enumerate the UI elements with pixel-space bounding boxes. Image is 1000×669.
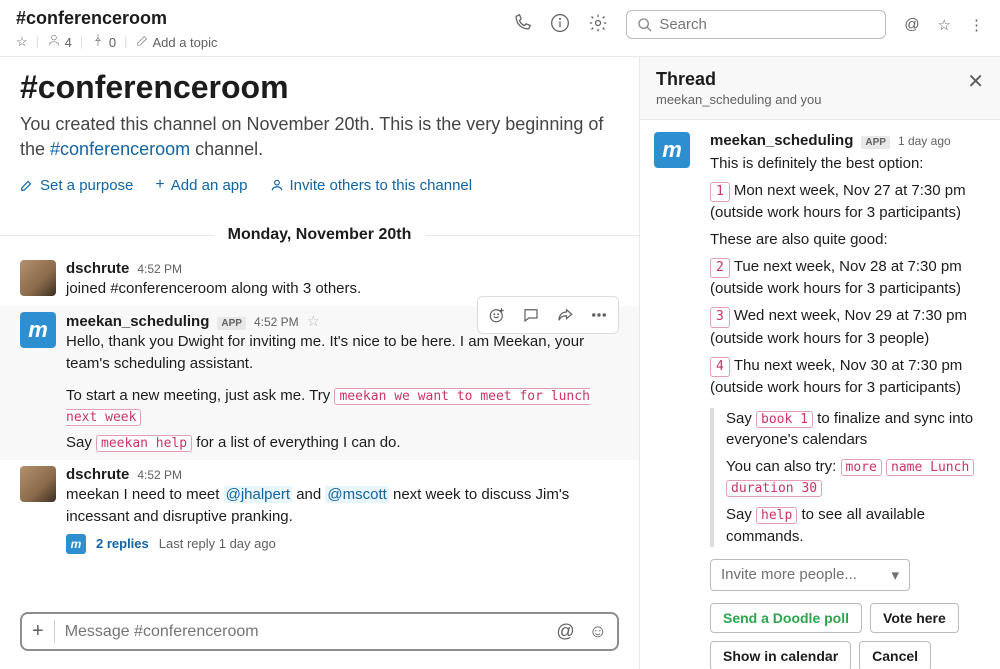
more-actions-icon[interactable] [584, 301, 614, 329]
sender-name[interactable]: meekan_scheduling [710, 132, 853, 149]
quote-block: Say book 1 to finalize and sync into eve… [710, 408, 986, 547]
pin-count[interactable]: 0 [91, 33, 116, 50]
avatar[interactable]: m [654, 132, 690, 168]
send-doodle-button[interactable]: Send a Doodle poll [710, 603, 862, 633]
message-composer[interactable]: + @ ☺ [20, 612, 619, 651]
search-input[interactable] [626, 10, 886, 39]
info-icon[interactable] [550, 13, 570, 37]
show-calendar-button[interactable]: Show in calendar [710, 641, 851, 669]
thread-subtitle: meekan_scheduling and you [656, 92, 967, 107]
member-count[interactable]: 4 [47, 33, 72, 50]
timestamp: 1 day ago [898, 134, 951, 148]
share-icon[interactable] [550, 301, 580, 329]
mentions-icon[interactable]: @ [904, 16, 919, 33]
date-divider: Monday, November 20th [0, 226, 639, 244]
thread-summary[interactable]: m 2 replies Last reply 1 day ago [66, 534, 619, 554]
star-icon[interactable]: ☆ [16, 34, 28, 50]
avatar[interactable] [20, 260, 56, 296]
avatar[interactable]: m [20, 312, 56, 348]
call-icon[interactable] [512, 13, 532, 37]
channel-intro: #conferenceroom You created this channel… [0, 57, 639, 208]
search-icon [637, 17, 653, 33]
thread-pane: Thread meekan_scheduling and you ✕ m mee… [640, 57, 1000, 669]
close-icon[interactable]: ✕ [967, 69, 984, 94]
intro-channel-link[interactable]: #conferenceroom [50, 139, 190, 159]
message-text: Hello, thank you Dwight for inviting me.… [66, 331, 619, 454]
invite-people-select[interactable]: Invite more people... ▾ [710, 559, 910, 591]
message-text: meekan I need to meet @jhalpert and @msc… [66, 484, 619, 528]
more-icon[interactable]: ⋮ [969, 16, 984, 34]
avatar[interactable] [20, 466, 56, 502]
invite-others-link[interactable]: Invite others to this channel [270, 176, 473, 194]
channel-header: #conferenceroom ☆ | 4 | 0 | Add a topic [0, 0, 1000, 57]
vote-button[interactable]: Vote here [870, 603, 959, 633]
app-badge: APP [217, 317, 246, 330]
cancel-button[interactable]: Cancel [859, 641, 931, 669]
timestamp: 4:52 PM [137, 262, 182, 276]
star-channel-icon[interactable]: ☆ [938, 16, 951, 34]
sender-name[interactable]: dschrute [66, 466, 129, 483]
message-hover-actions [477, 296, 619, 334]
avatar-small: m [66, 534, 86, 554]
mention[interactable]: @jhalpert [224, 486, 292, 503]
mention[interactable]: @mscott [325, 486, 388, 503]
intro-text: You created this channel on November 20t… [20, 112, 619, 162]
sender-name[interactable]: dschrute [66, 260, 129, 277]
thread-icon[interactable] [516, 301, 546, 329]
channel-pane: #conferenceroom You created this channel… [0, 57, 640, 669]
attach-icon[interactable]: + [32, 620, 55, 643]
set-purpose-link[interactable]: Set a purpose [20, 176, 133, 194]
add-topic[interactable]: Add a topic [136, 33, 218, 50]
sender-name[interactable]: meekan_scheduling [66, 313, 209, 330]
thread-title: Thread [656, 69, 967, 90]
star-icon[interactable]: ☆ [307, 312, 320, 330]
emoji-icon[interactable]: ☺ [589, 621, 607, 642]
timestamp: 4:52 PM [254, 315, 299, 329]
add-reaction-icon[interactable] [482, 301, 512, 329]
message-row: m meekan_scheduling APP 4:52 PM ☆ Hello,… [0, 306, 639, 460]
mention-icon[interactable]: @ [556, 621, 574, 642]
settings-icon[interactable] [588, 13, 608, 37]
timestamp: 4:52 PM [137, 468, 182, 482]
add-app-link[interactable]: +Add an app [155, 176, 247, 194]
composer-input[interactable] [65, 623, 557, 641]
message-row: dschrute 4:52 PM meekan I need to meet @j… [0, 460, 639, 560]
app-badge: APP [861, 136, 890, 149]
chevron-down-icon: ▾ [891, 566, 899, 584]
channel-name[interactable]: #conferenceroom [16, 8, 512, 29]
intro-title: #conferenceroom [20, 69, 619, 106]
